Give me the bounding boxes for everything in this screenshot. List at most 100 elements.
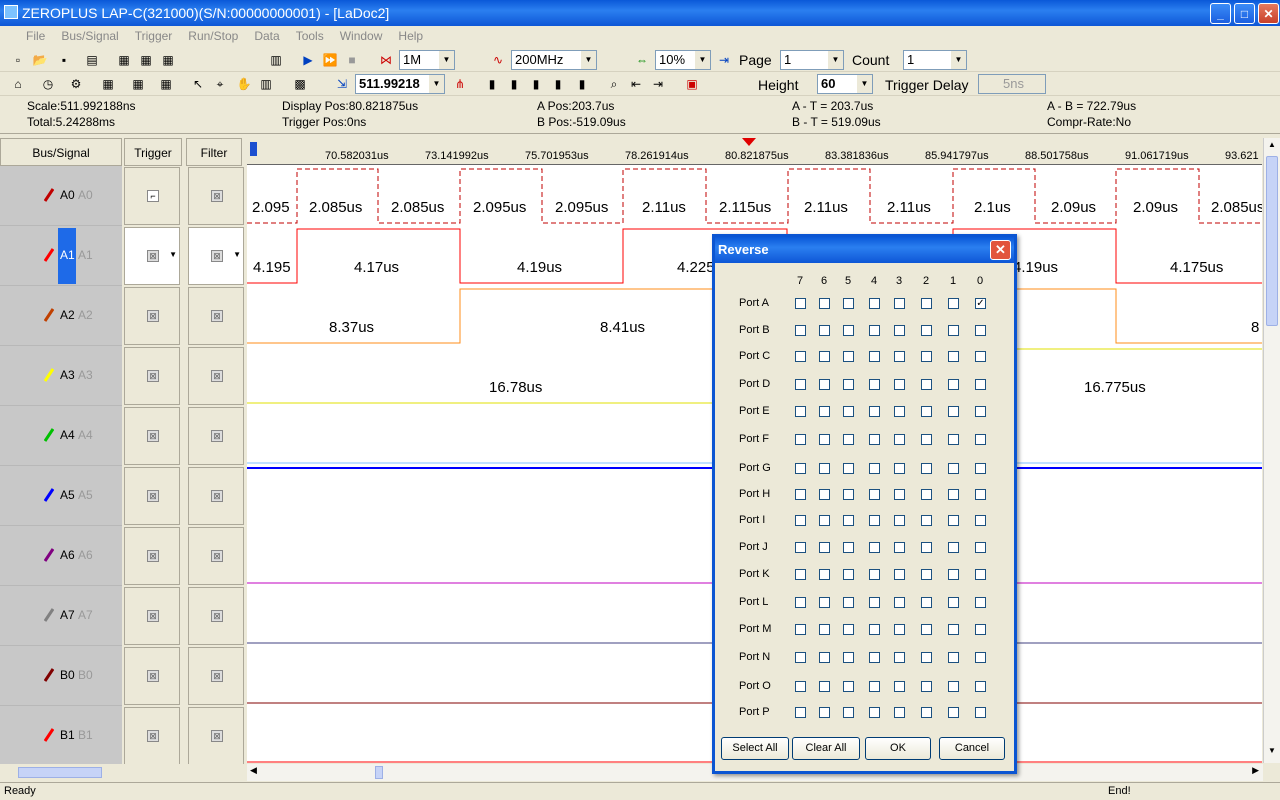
- settings-icon[interactable]: ⚙: [68, 76, 84, 92]
- calculator-icon[interactable]: ▣: [684, 76, 700, 92]
- reverse-checkbox[interactable]: [795, 434, 806, 445]
- reverse-checkbox[interactable]: [921, 707, 932, 718]
- select-icon[interactable]: ⌖: [212, 76, 228, 92]
- reverse-checkbox[interactable]: [948, 597, 959, 608]
- reverse-checkbox[interactable]: [975, 624, 986, 635]
- trigger-header[interactable]: Trigger: [124, 138, 182, 166]
- reverse-checkbox[interactable]: [843, 542, 854, 553]
- bar-icon[interactable]: ▮: [574, 76, 590, 92]
- filter-cell[interactable]: ⊠: [188, 707, 244, 765]
- reverse-checkbox[interactable]: [819, 463, 830, 474]
- reverse-checkbox[interactable]: [975, 652, 986, 663]
- menu-window[interactable]: Window: [332, 29, 391, 43]
- reverse-checkbox[interactable]: [921, 325, 932, 336]
- reverse-checkbox[interactable]: [843, 489, 854, 500]
- reverse-checkbox[interactable]: [975, 434, 986, 445]
- print-icon[interactable]: ▤: [84, 52, 100, 68]
- reverse-checkbox[interactable]: [843, 406, 854, 417]
- reverse-checkbox[interactable]: [869, 489, 880, 500]
- reverse-checkbox[interactable]: [795, 515, 806, 526]
- trigger-cell[interactable]: ⊠ ▼: [124, 227, 180, 285]
- save-icon[interactable]: ▪: [56, 52, 72, 68]
- reverse-checkbox[interactable]: [869, 624, 880, 635]
- scroll-left-icon[interactable]: ◀: [250, 765, 257, 776]
- reverse-checkbox[interactable]: [795, 463, 806, 474]
- signal-row[interactable]: B1 B1: [0, 706, 122, 766]
- reverse-checkbox[interactable]: [894, 569, 905, 580]
- menu-file[interactable]: File: [18, 29, 53, 43]
- reverse-checkbox[interactable]: [921, 515, 932, 526]
- reverse-checkbox[interactable]: [948, 569, 959, 580]
- reverse-checkbox[interactable]: [869, 379, 880, 390]
- reverse-checkbox[interactable]: [819, 489, 830, 500]
- reverse-checkbox[interactable]: [948, 515, 959, 526]
- filter-cell[interactable]: ⊠: [188, 587, 244, 645]
- reverse-checkbox[interactable]: [819, 681, 830, 692]
- scale-select[interactable]: 511.99218 ▼: [355, 74, 445, 94]
- trigger-cell[interactable]: ⌐: [124, 167, 180, 225]
- time-ruler[interactable]: 70.582031us 73.141992us 75.701953us 78.2…: [247, 138, 1262, 165]
- reverse-checkbox[interactable]: [894, 406, 905, 417]
- reverse-checkbox[interactable]: [948, 624, 959, 635]
- reverse-checkbox[interactable]: [894, 325, 905, 336]
- reverse-checkbox[interactable]: [894, 652, 905, 663]
- signal-row[interactable]: A1 A1: [0, 226, 122, 286]
- filter-cell[interactable]: ⊠: [188, 407, 244, 465]
- reverse-checkbox[interactable]: [819, 515, 830, 526]
- reverse-checkbox[interactable]: [894, 351, 905, 362]
- reverse-checkbox[interactable]: [795, 652, 806, 663]
- trigger-cell[interactable]: ⊠: [124, 467, 180, 525]
- signal-row[interactable]: A0 A0: [0, 166, 122, 226]
- filter-cell[interactable]: ⊠: [188, 287, 244, 345]
- reverse-checkbox[interactable]: [795, 325, 806, 336]
- reverse-checkbox[interactable]: ✓: [975, 298, 986, 309]
- reverse-checkbox[interactable]: [795, 379, 806, 390]
- reverse-checkbox[interactable]: [948, 463, 959, 474]
- reverse-checkbox[interactable]: [843, 351, 854, 362]
- tool-icon[interactable]: ▦: [138, 52, 154, 68]
- reverse-checkbox[interactable]: [843, 707, 854, 718]
- reverse-checkbox[interactable]: [843, 597, 854, 608]
- reverse-checkbox[interactable]: [843, 681, 854, 692]
- reverse-checkbox[interactable]: [948, 542, 959, 553]
- signal-row[interactable]: A7 A7: [0, 586, 122, 646]
- bus-signal-header[interactable]: Bus/Signal: [0, 138, 122, 166]
- reverse-checkbox[interactable]: [869, 325, 880, 336]
- reverse-checkbox[interactable]: [869, 681, 880, 692]
- reverse-checkbox[interactable]: [819, 597, 830, 608]
- scroll-thumb[interactable]: [18, 767, 102, 778]
- dialog-close-button[interactable]: ✕: [990, 240, 1011, 260]
- run-icon[interactable]: ▶: [300, 52, 316, 68]
- stop-icon[interactable]: ■: [344, 52, 360, 68]
- reverse-checkbox[interactable]: [894, 681, 905, 692]
- filter-cell[interactable]: ⊠: [188, 527, 244, 585]
- trigger-cell[interactable]: ⊠: [124, 287, 180, 345]
- reverse-checkbox[interactable]: [795, 624, 806, 635]
- memory-icon[interactable]: ⋈: [378, 52, 394, 68]
- reverse-checkbox[interactable]: [819, 569, 830, 580]
- reverse-checkbox[interactable]: [795, 597, 806, 608]
- reverse-checkbox[interactable]: [795, 298, 806, 309]
- menu-help[interactable]: Help: [390, 29, 431, 43]
- reverse-checkbox[interactable]: [948, 406, 959, 417]
- grid-icon[interactable]: ▦: [100, 76, 116, 92]
- reverse-checkbox[interactable]: [819, 298, 830, 309]
- reverse-checkbox[interactable]: [894, 542, 905, 553]
- reverse-checkbox[interactable]: [869, 542, 880, 553]
- measure-icon[interactable]: ▥: [258, 76, 274, 92]
- reverse-checkbox[interactable]: [869, 515, 880, 526]
- dropdown-arrow-icon[interactable]: ▼: [233, 250, 241, 259]
- reverse-checkbox[interactable]: [843, 515, 854, 526]
- trigger-cell[interactable]: ⊠: [124, 527, 180, 585]
- minimize-button[interactable]: _: [1210, 3, 1231, 24]
- reverse-checkbox[interactable]: [819, 379, 830, 390]
- prev-icon[interactable]: ⇤: [628, 76, 644, 92]
- ok-button[interactable]: OK: [865, 737, 931, 760]
- panel-scrollbars[interactable]: [0, 764, 245, 781]
- reverse-checkbox[interactable]: [843, 652, 854, 663]
- filter-cell[interactable]: ⊠: [188, 647, 244, 705]
- scroll-up-icon[interactable]: ▲: [1266, 140, 1278, 154]
- reverse-checkbox[interactable]: [894, 379, 905, 390]
- filter-cell[interactable]: ⊠ ▼: [188, 227, 244, 285]
- reverse-checkbox[interactable]: [921, 406, 932, 417]
